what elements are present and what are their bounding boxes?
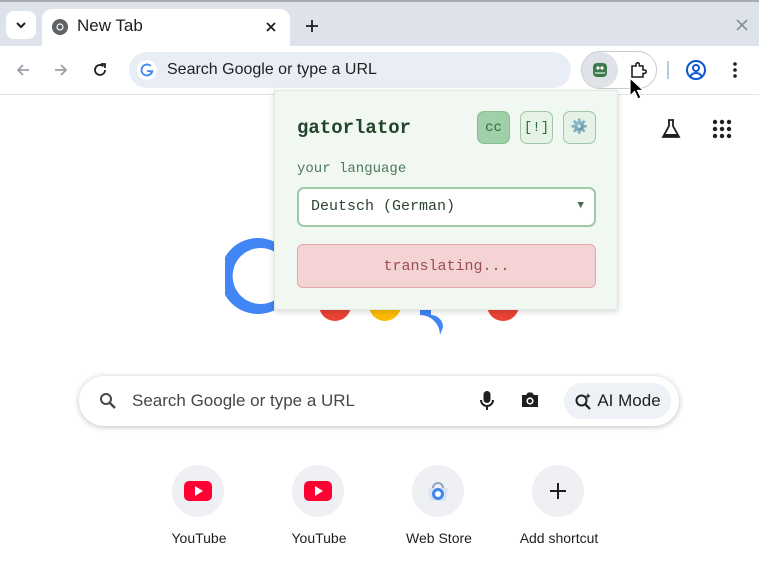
- language-select-value: Deutsch (German): [311, 198, 456, 215]
- search-icon: [100, 393, 116, 409]
- chrome-icon: [52, 19, 68, 35]
- gatorlator-extension-button[interactable]: [582, 52, 618, 88]
- language-select[interactable]: Deutsch (German) ▼: [297, 187, 596, 227]
- shortcut-icon-container: [292, 465, 344, 517]
- chrome-menu-button[interactable]: [723, 58, 747, 82]
- plus-icon: [550, 483, 566, 499]
- arrow-right-icon: [55, 64, 68, 76]
- translation-status: translating...: [297, 244, 596, 288]
- shortcut-label: YouTube: [171, 530, 227, 546]
- flask-icon: [661, 119, 681, 138]
- profile-button[interactable]: [684, 58, 708, 82]
- labs-button[interactable]: [657, 115, 685, 143]
- popup-title: gatorlator: [297, 117, 412, 139]
- shortcut-add[interactable]: Add shortcut: [499, 465, 619, 555]
- mouse-cursor-icon: [629, 77, 645, 100]
- shortcut-label: YouTube: [291, 530, 347, 546]
- camera-icon[interactable]: [520, 391, 540, 409]
- arrow-left-icon: [16, 64, 29, 76]
- new-tab-button[interactable]: [300, 14, 324, 38]
- ai-mode-label: AI Mode: [597, 391, 661, 410]
- microphone-icon[interactable]: [479, 390, 495, 412]
- captions-button[interactable]: cc: [477, 111, 510, 144]
- account-icon: [686, 60, 706, 80]
- shortcut-icon-container: [172, 465, 224, 517]
- omnibox-placeholder: Search Google or type a URL: [167, 61, 377, 78]
- forward-button[interactable]: [49, 58, 73, 82]
- ai-search-icon: [575, 393, 592, 410]
- language-label: your language: [297, 161, 407, 177]
- tab-strip: New Tab: [0, 2, 759, 46]
- shortcut-icon-container: [532, 465, 584, 517]
- ntp-search-box[interactable]: Search Google or type a URL AI Mode: [79, 376, 679, 426]
- gator-icon: [593, 63, 607, 77]
- address-bar[interactable]: Search Google or type a URL: [129, 52, 571, 88]
- shortcut-web-store[interactable]: Web Store: [379, 465, 499, 555]
- web-store-icon: [428, 482, 448, 501]
- back-button[interactable]: [11, 58, 35, 82]
- search-placeholder: Search Google or type a URL: [132, 391, 356, 410]
- google-apps-button[interactable]: [708, 115, 736, 143]
- tab-new-tab[interactable]: New Tab: [42, 9, 290, 46]
- plus-icon: [306, 20, 318, 32]
- more-vert-icon: [733, 62, 737, 78]
- gatorlator-popup: gatorlator cc [!] ⚙️ your language Deuts…: [274, 90, 618, 310]
- shortcut-youtube-2[interactable]: YouTube: [259, 465, 379, 555]
- youtube-icon: [304, 481, 332, 501]
- tab-title: New Tab: [77, 16, 143, 35]
- youtube-icon: [184, 481, 212, 501]
- ai-mode-button[interactable]: AI Mode: [564, 383, 671, 419]
- report-button[interactable]: [!]: [520, 111, 553, 144]
- shortcut-icon-container: [412, 465, 464, 517]
- apps-grid-icon: [712, 119, 732, 139]
- reload-button[interactable]: [88, 58, 112, 82]
- close-tab-icon[interactable]: [262, 18, 280, 36]
- tab-search-button[interactable]: [6, 11, 36, 39]
- chevron-down-icon: [16, 22, 26, 29]
- window-close-icon[interactable]: [733, 16, 751, 34]
- reload-icon: [94, 63, 106, 76]
- toolbar-separator: [667, 61, 669, 79]
- shortcut-youtube-1[interactable]: YouTube: [139, 465, 259, 555]
- shortcut-label: Add shortcut: [519, 530, 599, 546]
- browser-toolbar: Search Google or type a URL: [0, 46, 759, 95]
- shortcut-label: Web Store: [406, 530, 472, 546]
- dropdown-caret-icon: ▼: [577, 200, 584, 212]
- google-g-icon: [137, 60, 157, 80]
- settings-button[interactable]: ⚙️: [563, 111, 596, 144]
